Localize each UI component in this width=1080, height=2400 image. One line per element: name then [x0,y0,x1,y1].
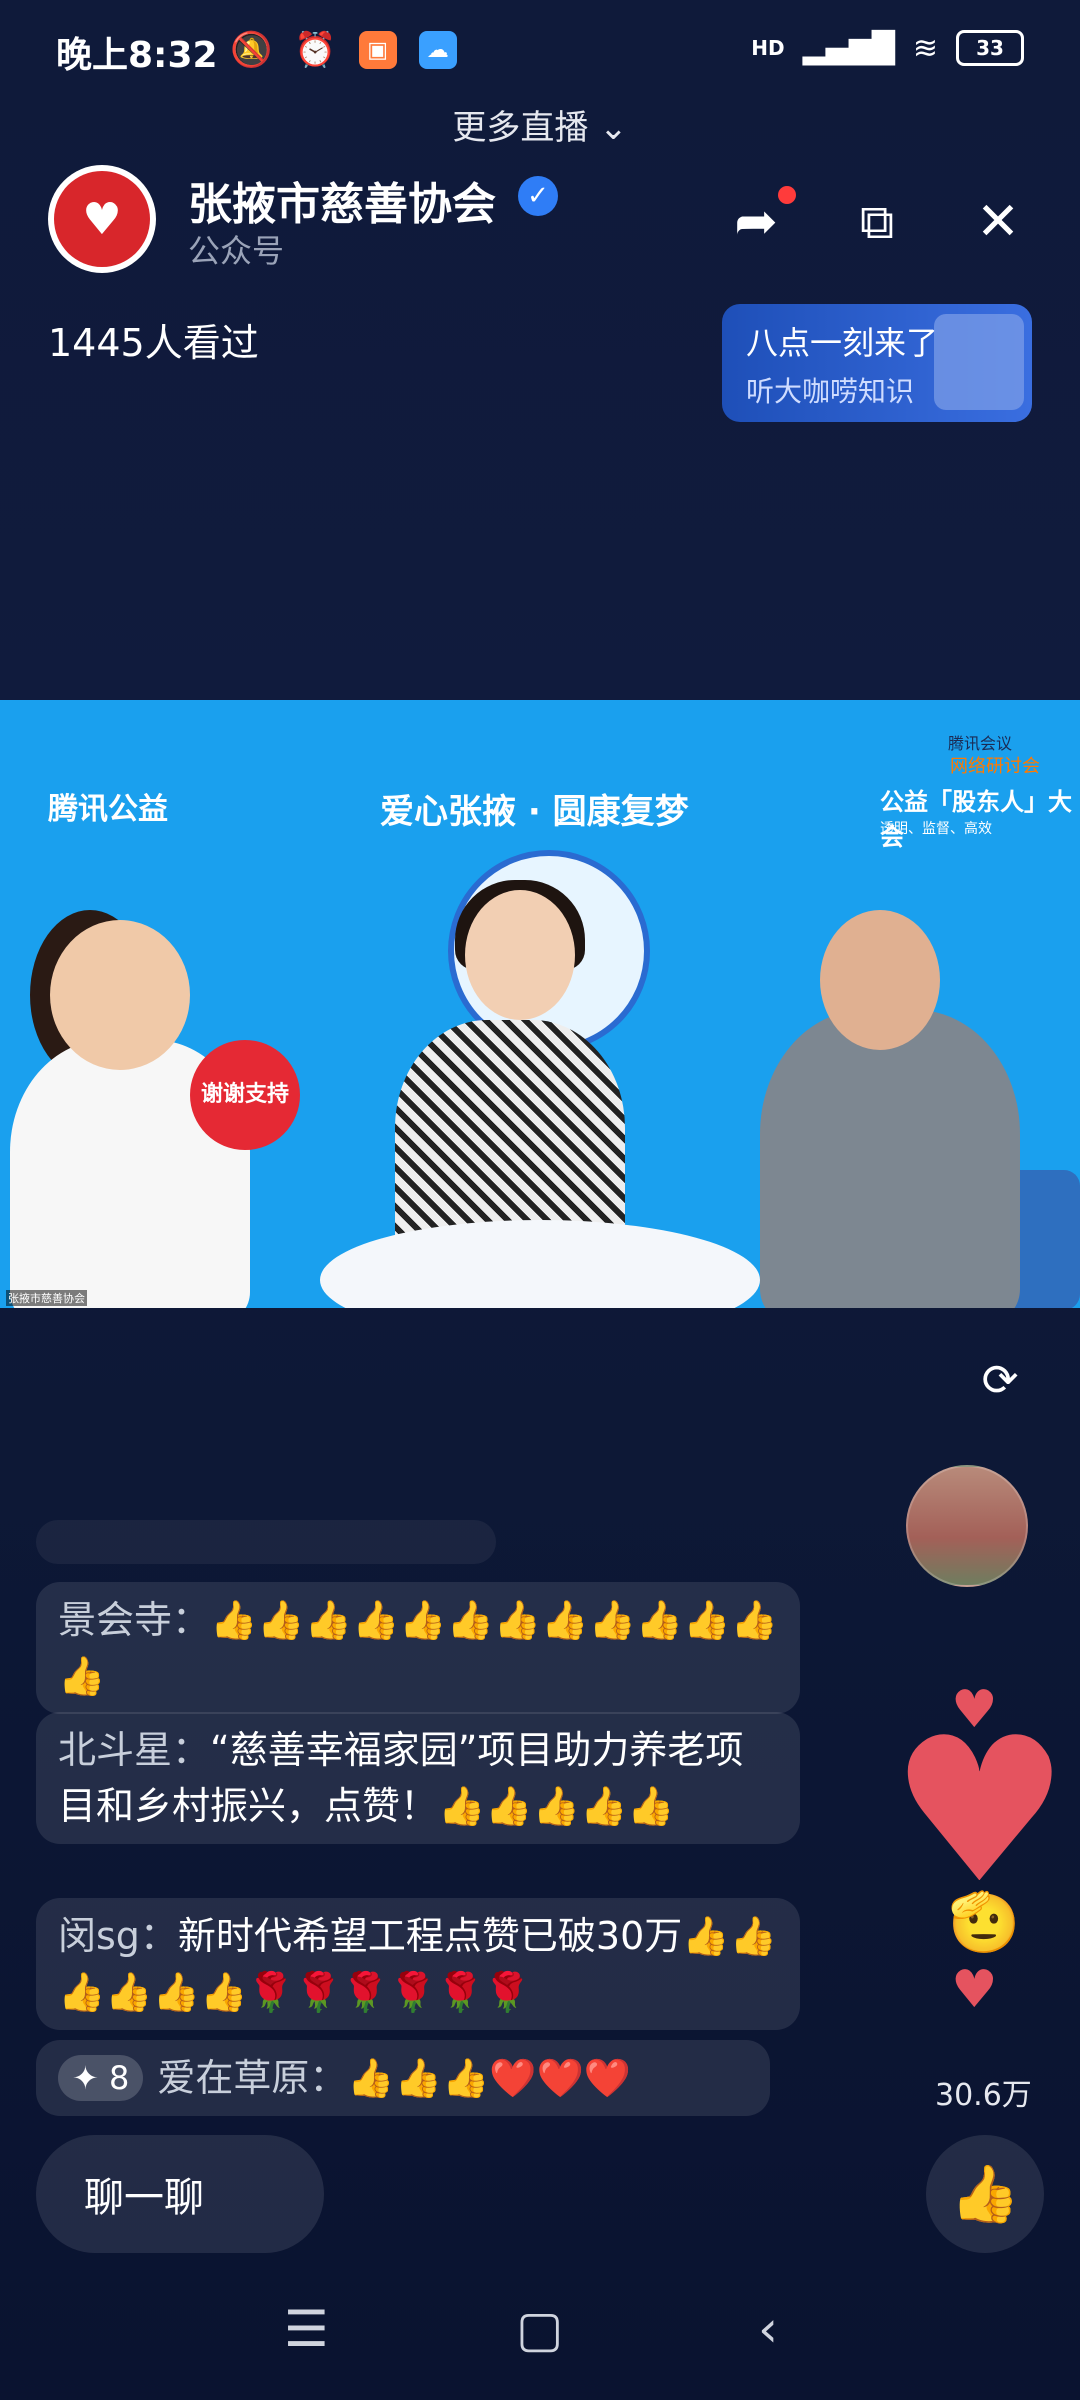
emoji-icon: 🫡 [948,1888,1021,1956]
status-right: HD ▂▄▆█ ≋ 33 [751,30,1024,66]
comment-item: 闵sg：新时代希望工程点赞已破30万👍👍👍👍👍👍🌹🌹🌹🌹🌹🌹 [36,1898,800,2030]
heart-icon: ♥ [951,1960,998,2020]
status-time: 晚上8:32 [56,35,218,76]
host-avatar[interactable] [906,1465,1028,1587]
thumbs-up-icon: 👍 [950,2162,1020,2227]
video-event-sub: 透明、监督、高效 [880,821,992,837]
verified-icon: ✓ [518,176,558,216]
status-icons: 🔕 ⏰ ▣ ☁ [230,30,457,70]
battery-icon: 33 [956,30,1024,66]
video-brand: 腾讯公益 [48,792,168,827]
promo-title: 八点一刻来了 [746,324,939,362]
share-icon: ➦ [734,192,778,252]
big-heart-icon: ♥ [890,1695,1070,1928]
account-avatar[interactable]: ♥ [48,165,156,273]
rotate-button[interactable]: ⟳ [970,1350,1030,1410]
promo-card[interactable]: 八点一刻来了 听大咖唠知识 [722,304,1032,422]
faded-comment [36,1520,496,1564]
video-event-title: 公益「股东人」大会 [880,788,1072,851]
signal-bars-icon: ▂▄▆█ [802,30,895,66]
thanks-sign: 谢谢支持 [190,1040,300,1150]
app-notification-icon: ▣ [358,31,397,69]
signal-icon: HD [751,36,785,60]
comment-item: 景会寺：👍👍👍👍👍👍👍👍👍👍👍👍👍 [36,1582,800,1714]
back-nav-icon[interactable]: ‹ [758,2300,778,2358]
more-live-label: 更多直播 [452,108,589,148]
notification-dot [778,186,796,204]
picture-in-picture-icon: ⧉ [859,193,895,250]
close-button[interactable]: ✕ [966,190,1030,254]
promo-image [934,314,1024,410]
rotate-icon: ⟳ [981,1354,1019,1406]
more-live-dropdown[interactable]: 更多直播 ⌄ [0,100,1080,149]
account-type: 公众号 [188,232,285,270]
live-video[interactable]: 腾讯公益 爱心张掖 · 圆康复梦 腾讯会议 网络研讨会 公益「股东人」大会 透明… [0,700,1080,1308]
viewer-count: 1445人看过 [48,321,259,365]
home-nav-icon[interactable]: ▢ [516,2300,563,2358]
promo-subtitle: 听大咖唠知识 [746,375,915,408]
mute-icon: 🔕 [230,30,273,70]
menu-nav-icon[interactable]: ☰ [284,2300,329,2358]
wifi-icon: ≋ [912,30,938,66]
chat-input[interactable]: 聊一聊 [36,2135,324,2253]
likes-count: 30.6万 [935,2078,1032,2113]
comment-author: 爱在草原： [157,2056,348,2100]
weather-icon: ☁ [418,31,457,69]
comment-item: ✦ 8 爱在草原：👍👍👍❤️❤️❤️ [36,2040,770,2116]
comment-author: 北斗星： [58,1728,211,1772]
fan-badge: ✦ 8 [58,2055,144,2101]
person-right-head [820,910,940,1050]
video-meeting-label: 腾讯会议 [948,734,1013,753]
person-middle-head [465,890,575,1020]
like-button[interactable]: 👍 [926,2135,1044,2253]
chevron-down-icon: ⌄ [599,108,628,148]
account-name[interactable]: 张掖市慈善协会 [188,168,496,232]
video-webinar-label: 网络研讨会 [950,756,1040,777]
person-right [760,1010,1020,1308]
heart-logo-icon: ♥ [54,171,150,267]
close-icon: ✕ [976,192,1020,252]
alarm-icon: ⏰ [294,30,337,70]
comment-item: 北斗星：“慈善幸福家园”项目助力养老项目和乡村振兴，点赞！👍👍👍👍👍 [36,1712,800,1844]
person-left-head [50,920,190,1070]
comment-author: 闵sg： [58,1914,178,1958]
video-watermark: 张掖市慈善协会 [6,1290,87,1306]
comment-author: 景会寺： [58,1598,211,1642]
video-slogan: 爱心张掖 · 圆康复梦 [380,792,689,832]
comment-text: 👍👍👍❤️❤️❤️ [347,2056,632,2100]
pip-button[interactable]: ⧉ [845,190,909,254]
table [320,1220,760,1308]
